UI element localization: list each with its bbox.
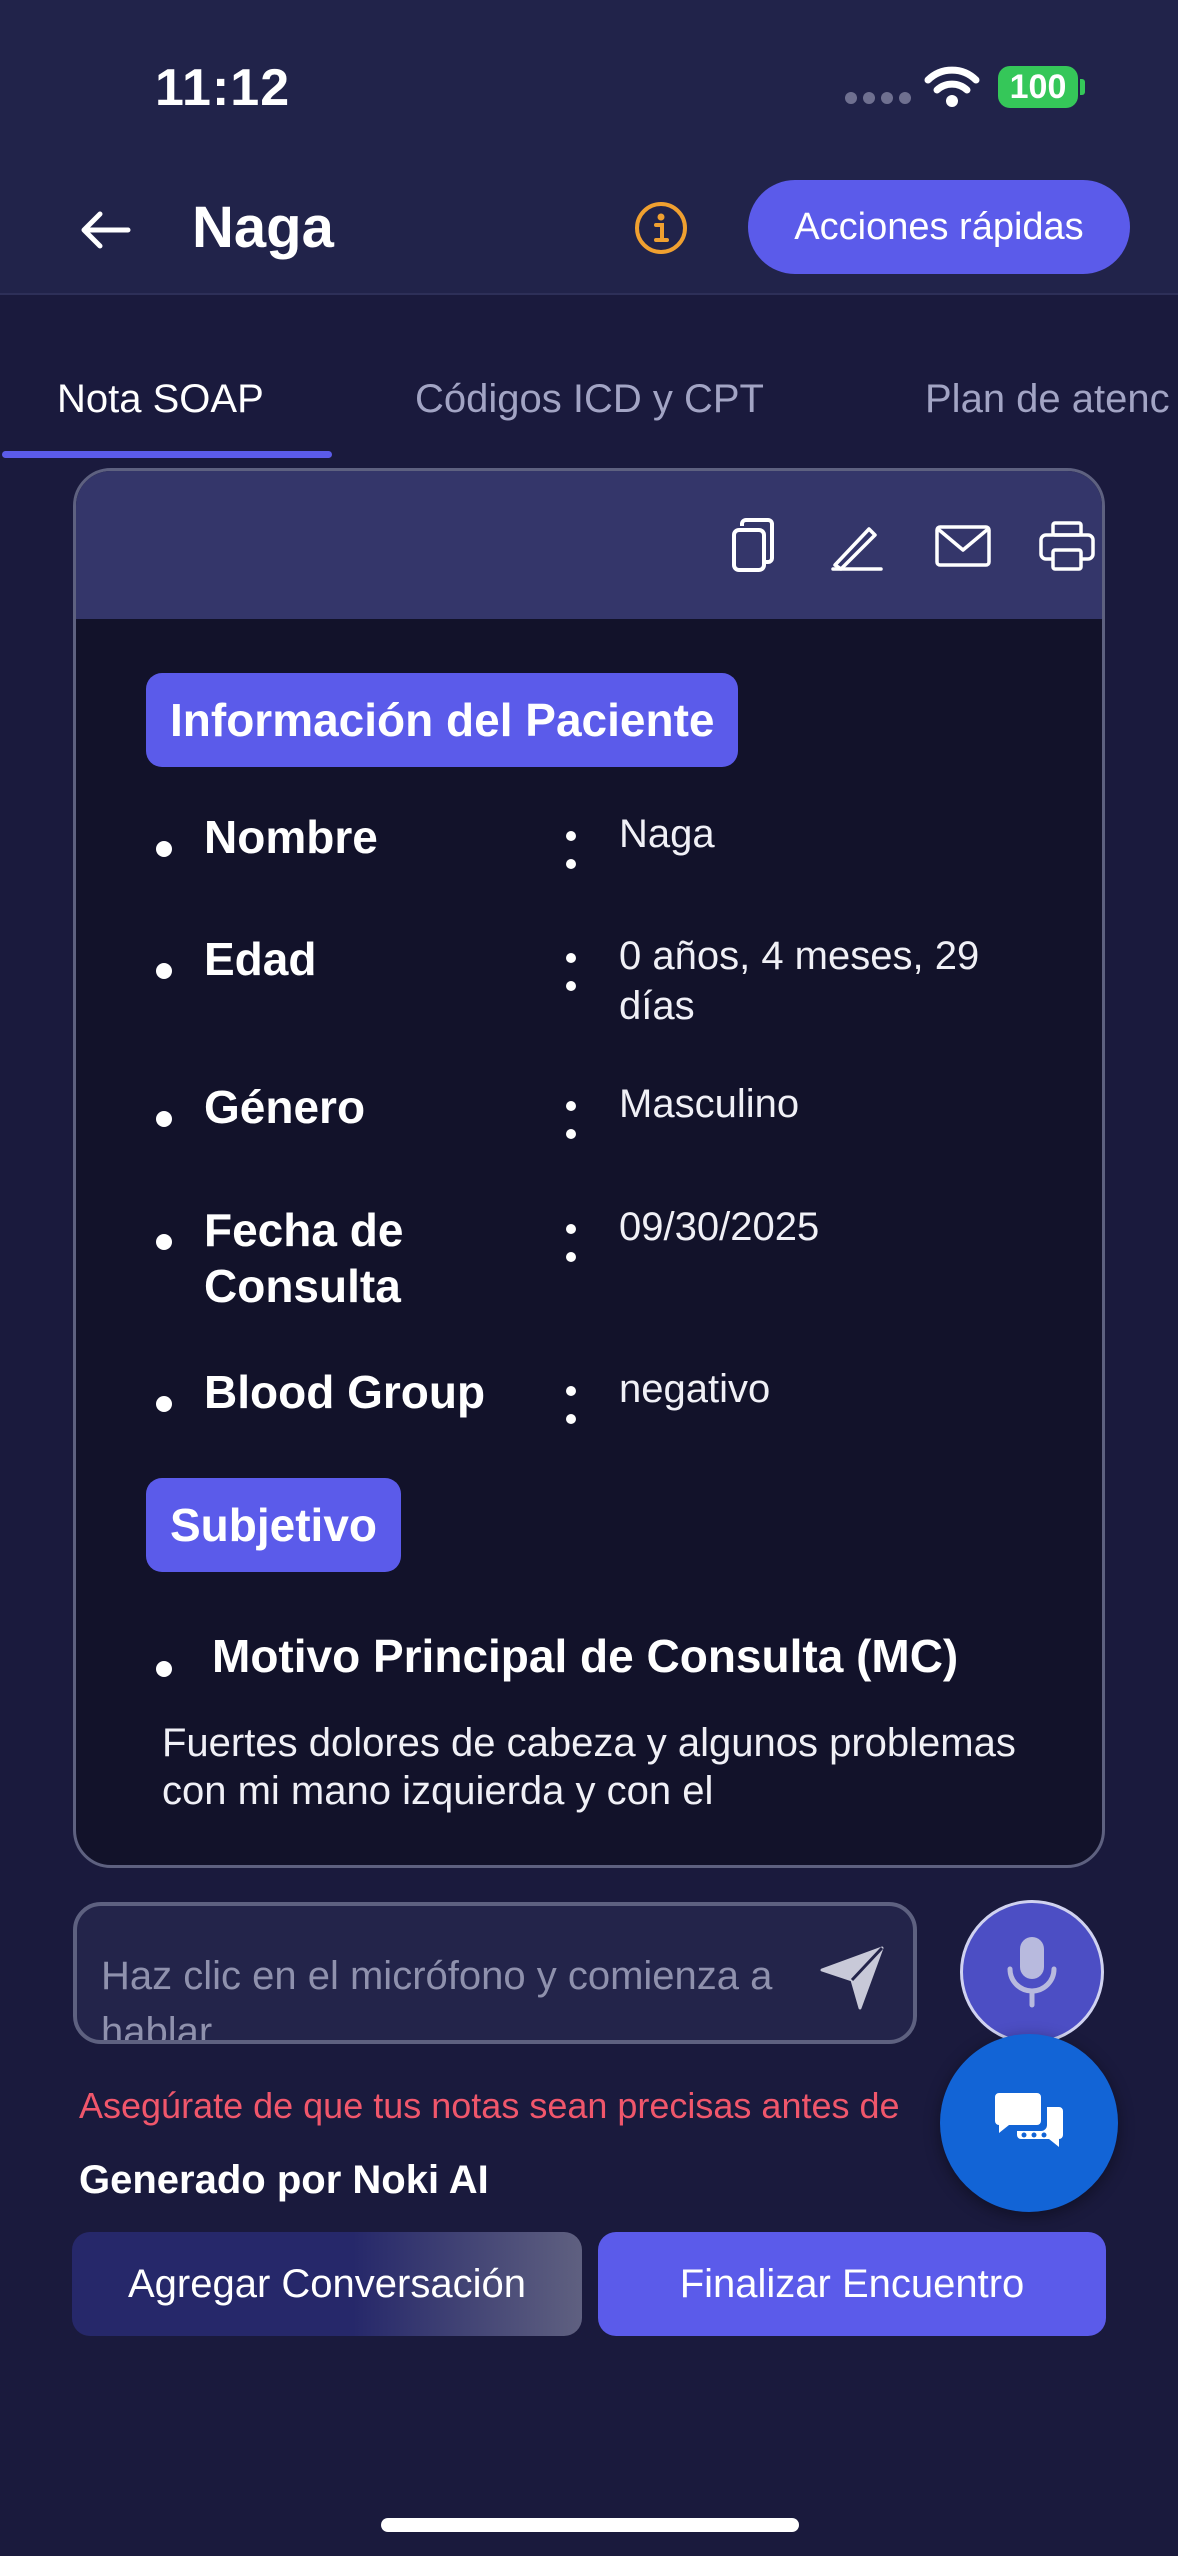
mail-icon xyxy=(935,525,991,567)
colon xyxy=(566,831,576,887)
arrow-left-icon xyxy=(81,211,131,249)
bullet xyxy=(156,1234,172,1250)
tab-soap-note[interactable]: Nota SOAP xyxy=(57,377,264,422)
subjective-section-title: Subjetivo xyxy=(146,1478,402,1572)
generated-by-label: Generado por Noki AI xyxy=(79,2158,489,2202)
screen: 11:12 100 Naga Acciones rápidas Nota SOA… xyxy=(0,0,1178,2556)
tab-care-plan[interactable]: Plan de atenc xyxy=(925,377,1170,422)
battery-indicator: 100 xyxy=(998,66,1078,108)
patient-info-section-title: Información del Paciente xyxy=(146,673,739,767)
tab-icd-cpt-codes[interactable]: Códigos ICD y CPT xyxy=(415,377,764,422)
soap-note-card: Información del Paciente Nombre Naga Eda… xyxy=(73,468,1105,1868)
cellular-signal-icon xyxy=(845,92,911,104)
print-icon xyxy=(1039,521,1095,571)
row-label: Edad xyxy=(204,933,317,985)
card-body: Información del Paciente Nombre Naga Eda… xyxy=(76,619,1102,1865)
chief-complaint-text: Fuertes dolores de cabeza y algunos prob… xyxy=(162,1721,1016,1813)
dictation-input[interactable]: Haz clic en el micrófono y comienza a ha… xyxy=(73,1902,917,2044)
add-conversation-button[interactable]: Agregar Conversación xyxy=(72,2232,582,2336)
row-value: negativo xyxy=(619,1367,771,1411)
chief-complaint-title: Motivo Principal de Consulta (MC) xyxy=(212,1630,959,1682)
bullet xyxy=(156,1661,172,1677)
microphone-button[interactable] xyxy=(960,1900,1104,2044)
home-indicator xyxy=(381,2518,799,2532)
status-time: 11:12 xyxy=(155,59,291,117)
status-bar: 11:12 100 xyxy=(0,0,1178,160)
copy-icon xyxy=(732,518,774,572)
colon xyxy=(566,953,576,1009)
microphone-icon xyxy=(1007,1937,1057,2008)
colon xyxy=(566,1101,576,1157)
email-button[interactable] xyxy=(928,511,998,581)
accuracy-warning: Asegúrate de que tus notas sean precisas… xyxy=(79,2085,900,2126)
info-icon[interactable] xyxy=(633,200,689,256)
page-title: Naga xyxy=(192,195,334,260)
row-label: Nombre xyxy=(204,811,378,863)
app-header: Naga Acciones rápidas xyxy=(0,160,1178,295)
send-icon[interactable] xyxy=(814,1940,890,2016)
chat-button[interactable] xyxy=(940,2034,1118,2212)
chat-bubbles-icon xyxy=(995,2093,1063,2147)
row-label: Blood Group xyxy=(204,1366,486,1418)
active-tab-indicator xyxy=(2,451,332,458)
finish-encounter-button[interactable]: Finalizar Encuentro xyxy=(598,2232,1106,2336)
edit-icon xyxy=(831,527,883,571)
edit-button[interactable] xyxy=(822,511,892,581)
input-placeholder: Haz clic en el micrófono y comienza a ha… xyxy=(101,1954,773,2044)
bullet xyxy=(156,841,172,857)
row-value: Masculino xyxy=(619,1082,800,1126)
tab-bar: Nota SOAP Códigos ICD y CPT Plan de aten… xyxy=(0,355,1178,465)
colon xyxy=(566,1224,576,1280)
bullet xyxy=(156,1111,172,1127)
card-toolbar xyxy=(76,471,1102,619)
row-label: Fecha de Consulta xyxy=(204,1204,404,1312)
row-value: 0 años, 4 meses, 29 días xyxy=(619,934,980,1028)
copy-button[interactable] xyxy=(718,511,788,581)
row-value: Naga xyxy=(619,812,715,856)
print-button[interactable] xyxy=(1032,511,1102,581)
wifi-icon xyxy=(924,66,980,107)
row-value: 09/30/2025 xyxy=(619,1205,820,1249)
back-button[interactable] xyxy=(70,200,140,260)
colon xyxy=(566,1386,576,1442)
bullet xyxy=(156,1396,172,1412)
battery-nub xyxy=(1080,79,1085,95)
quick-actions-button[interactable]: Acciones rápidas xyxy=(748,180,1130,274)
row-label: Género xyxy=(204,1081,366,1133)
bullet xyxy=(156,963,172,979)
